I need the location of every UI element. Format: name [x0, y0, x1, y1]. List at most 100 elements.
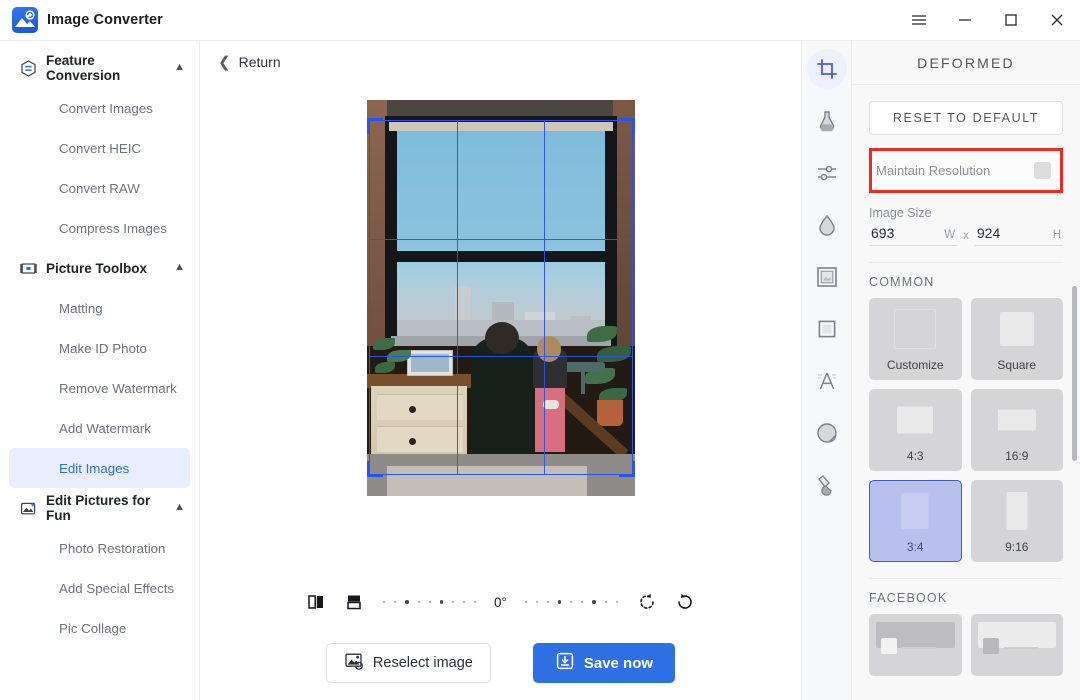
convert-hexagon-icon: [20, 60, 37, 77]
sidebar: Feature Conversion ▲ Convert Images Conv…: [0, 41, 200, 700]
chevron-up-icon: ▲: [174, 262, 185, 273]
sidebar-group-edit-pictures-for-fun[interactable]: Edit Pictures for Fun ▲: [0, 488, 199, 528]
maintain-resolution-checkbox[interactable]: [1034, 162, 1051, 179]
sidebar-item-make-id-photo[interactable]: Make ID Photo: [9, 328, 190, 368]
right-panel-title: DEFORMED: [852, 41, 1080, 85]
sidebar-item-remove-watermark[interactable]: Remove Watermark: [9, 368, 190, 408]
flip-horizontal-icon[interactable]: [297, 585, 335, 619]
facebook-tiles: [869, 614, 1063, 676]
image-size-label: Image Size: [869, 206, 1063, 220]
sidebar-item-convert-images[interactable]: Convert Images: [9, 88, 190, 128]
image-width-unit: W: [944, 229, 955, 241]
download-icon: [555, 651, 575, 675]
sticker-icon[interactable]: [807, 413, 847, 453]
hamburger-menu-icon[interactable]: [896, 0, 942, 41]
facebook-tile-profile[interactable]: [971, 614, 1064, 676]
save-now-button[interactable]: Save now: [533, 643, 675, 683]
app-title: Image Converter: [47, 12, 163, 28]
image-width-input[interactable]: 693 W: [869, 225, 957, 246]
facebook-tile-cover[interactable]: [869, 614, 962, 676]
image-preview[interactable]: [367, 100, 635, 496]
sidebar-group-feature-conversion[interactable]: Feature Conversion ▲: [0, 48, 199, 88]
image-canvas-area: [200, 83, 801, 578]
sidebar-item-compress-images[interactable]: Compress Images: [9, 208, 190, 248]
plant-left: [373, 336, 417, 380]
sidebar-item-photo-restoration[interactable]: Photo Restoration: [9, 528, 190, 568]
rotation-slider-left[interactable]: [373, 600, 486, 604]
adjust-sliders-icon[interactable]: [807, 153, 847, 193]
rotation-value: 0°: [486, 595, 515, 610]
text-icon[interactable]: [807, 361, 847, 401]
image-edit-toolbar: 0°: [200, 578, 801, 626]
rotate-clockwise-icon[interactable]: [666, 585, 704, 619]
sidebar-item-label: Convert RAW: [59, 181, 140, 196]
sidebar-group-label: Feature Conversion: [46, 53, 165, 83]
facebook-section-title: FACEBOOK: [869, 591, 1063, 605]
maintain-resolution-label: Maintain Resolution: [876, 163, 990, 178]
ratio-tile-3-4[interactable]: 3:4: [869, 480, 962, 562]
image-height-input[interactable]: 924 H: [975, 225, 1063, 246]
water-droplet-icon[interactable]: [807, 205, 847, 245]
reselect-image-button[interactable]: Reselect image: [326, 643, 491, 683]
mosaic-brush-icon[interactable]: [807, 465, 847, 505]
sidebar-item-label: Matting: [59, 301, 103, 316]
return-button[interactable]: ❮ Return: [218, 54, 281, 70]
chevron-up-icon: ▲: [174, 62, 185, 73]
toolbox-icon: [20, 260, 37, 277]
sidebar-item-convert-raw[interactable]: Convert RAW: [9, 168, 190, 208]
filter-flask-icon[interactable]: [807, 101, 847, 141]
vertical-scrollbar[interactable]: [1072, 286, 1077, 461]
ratio-tile-customize[interactable]: Customize: [869, 298, 962, 380]
sidebar-item-add-watermark[interactable]: Add Watermark: [9, 408, 190, 448]
chevron-up-icon: ▲: [174, 502, 185, 513]
ratio-tile-label: 16:9: [1005, 449, 1028, 463]
magic-photo-icon: [20, 500, 37, 517]
common-section-title: COMMON: [869, 275, 1063, 289]
right-panel: DEFORMED RESET TO DEFAULT Maintain Resol…: [852, 41, 1080, 700]
photo-content: [367, 100, 635, 496]
tool-strip: [801, 41, 852, 700]
sidebar-item-label: Pic Collage: [59, 621, 126, 636]
ratio-tile-label: Customize: [887, 358, 944, 372]
sidebar-item-convert-heic[interactable]: Convert HEIC: [9, 128, 190, 168]
sidebar-item-pic-collage[interactable]: Pic Collage: [9, 608, 190, 648]
return-bar: ❮ Return: [200, 41, 801, 83]
ratio-tile-16-9[interactable]: 16:9: [971, 389, 1064, 471]
sidebar-item-edit-images[interactable]: Edit Images: [9, 448, 190, 488]
border-icon[interactable]: [807, 309, 847, 349]
sidebar-group-label: Edit Pictures for Fun: [46, 493, 165, 523]
sidebar-item-label: Add Watermark: [59, 421, 151, 436]
frame-icon[interactable]: [807, 257, 847, 297]
sidebar-group-label: Picture Toolbox: [46, 261, 165, 276]
minimize-icon[interactable]: [942, 0, 988, 41]
crop-icon[interactable]: [807, 49, 847, 89]
ratio-tile-9-16[interactable]: 9:16: [971, 480, 1064, 562]
flip-vertical-icon[interactable]: [335, 585, 373, 619]
maximize-icon[interactable]: [988, 0, 1034, 41]
rotation-slider-right[interactable]: [515, 600, 628, 604]
panel-divider-2: [869, 578, 1063, 579]
titlebar: Image Converter: [0, 0, 1080, 41]
ratio-tile-label: Square: [997, 358, 1036, 372]
ratio-tile-4-3[interactable]: 4:3: [869, 389, 962, 471]
reset-to-default-button[interactable]: RESET TO DEFAULT: [869, 101, 1063, 135]
image-height-unit: H: [1053, 229, 1061, 241]
rotate-counterclockwise-icon[interactable]: [628, 585, 666, 619]
maintain-resolution-row[interactable]: Maintain Resolution: [869, 148, 1063, 193]
image-convert-logo: [12, 7, 38, 33]
reselect-image-icon: [344, 651, 364, 675]
save-now-label: Save now: [584, 655, 653, 672]
close-icon[interactable]: [1034, 0, 1080, 41]
sidebar-item-matting[interactable]: Matting: [9, 288, 190, 328]
image-size-row: 693 W x 924 H: [869, 225, 1063, 246]
ratio-tile-square[interactable]: Square: [971, 298, 1064, 380]
image-width-value: 693: [871, 225, 894, 241]
sidebar-item-label: Convert HEIC: [59, 141, 141, 156]
sidebar-item-label: Compress Images: [59, 221, 167, 236]
sidebar-item-add-special-effects[interactable]: Add Special Effects: [9, 568, 190, 608]
return-label: Return: [239, 54, 281, 70]
app-window: Image Converter Feature C: [0, 0, 1080, 700]
sidebar-group-picture-toolbox[interactable]: Picture Toolbox ▲: [0, 248, 199, 288]
sidebar-item-label: Convert Images: [59, 101, 153, 116]
app-body: Feature Conversion ▲ Convert Images Conv…: [0, 41, 1080, 700]
